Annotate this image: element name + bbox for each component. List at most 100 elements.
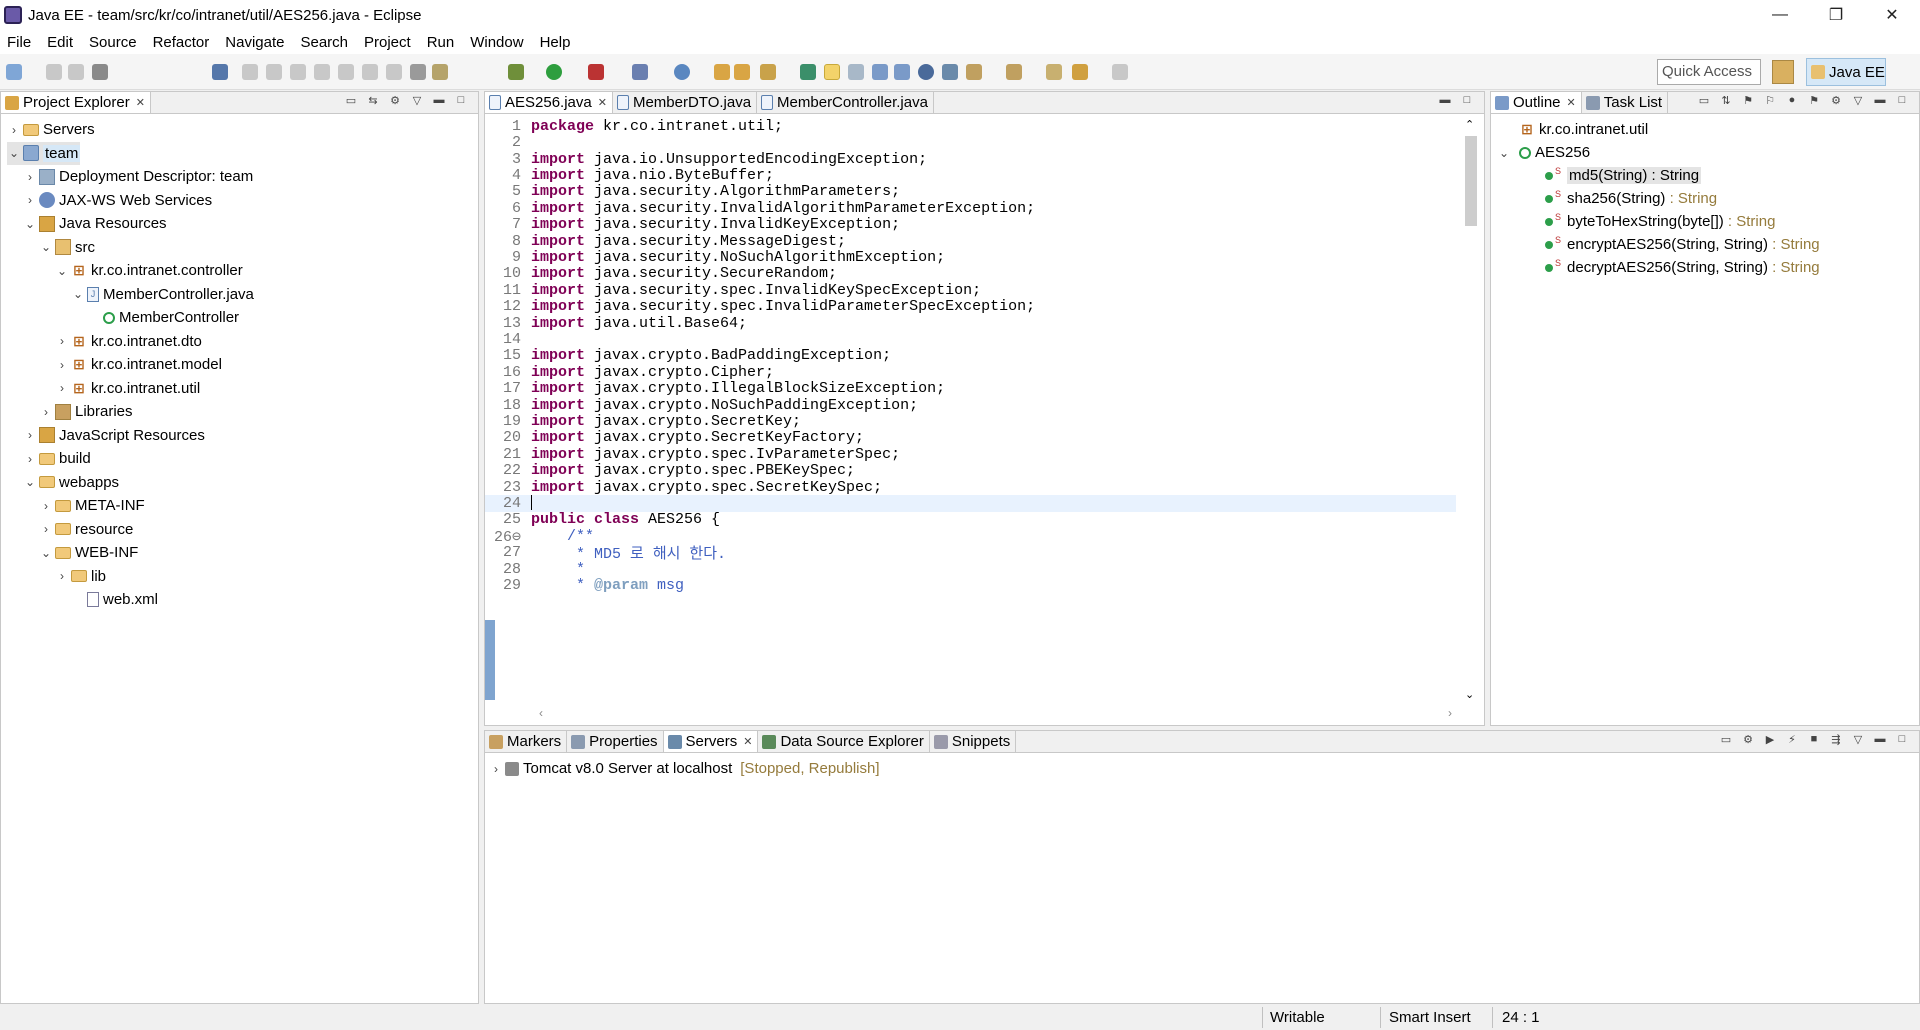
skip-breakpoints-icon[interactable] (212, 64, 228, 80)
menu-search[interactable]: Search (300, 34, 348, 51)
code-line[interactable]: 20 import javax.crypto.SecretKeyFactory; (485, 429, 1456, 446)
save-all-icon[interactable] (68, 64, 84, 80)
tree-item[interactable]: ⌄ webapps (23, 471, 119, 494)
code-line[interactable]: 17 import javax.crypto.IllegalBlockSizeEx… (485, 380, 1456, 397)
tab-task-list[interactable]: Task List (1582, 92, 1669, 113)
focus-active-task-icon[interactable]: ⚙ (1825, 94, 1847, 112)
block-selection-icon[interactable] (872, 64, 888, 80)
tree-item[interactable]: › resource (39, 518, 133, 541)
new-package-icon[interactable] (714, 64, 730, 80)
open-type-icon[interactable] (760, 64, 776, 80)
code-line[interactable]: 18 import javax.crypto.NoSuchPaddingExcep… (485, 397, 1456, 414)
perspective-java-ee[interactable]: Java EE (1806, 58, 1886, 86)
chevron-right-icon[interactable]: › (39, 522, 53, 536)
chevron-down-icon[interactable]: ⌄ (7, 146, 21, 160)
tree-item[interactable]: ⌄ WEB-INF (39, 541, 138, 564)
menu-edit[interactable]: Edit (47, 34, 73, 51)
maximize-view-icon[interactable]: □ (450, 94, 472, 112)
tab-data-source-explorer[interactable]: Data Source Explorer (758, 731, 930, 752)
step-return-icon[interactable] (386, 64, 402, 80)
outline-class[interactable]: ⌄ AES256 (1497, 141, 1590, 164)
code-line[interactable]: 3 import java.io.UnsupportedEncodingExcep… (485, 151, 1456, 168)
chevron-down-icon[interactable]: ⌄ (23, 475, 37, 489)
tab-aes256-java[interactable]: AES256.java ✕ (485, 92, 613, 113)
tree-item[interactable]: › JavaScript Resources (23, 424, 205, 447)
tree-item[interactable]: › ⊞ kr.co.intranet.model (55, 353, 222, 376)
tab-outline[interactable]: Outline ✕ (1491, 92, 1582, 113)
drop-to-frame-icon[interactable] (410, 64, 426, 80)
maximize-view-icon[interactable]: □ (1891, 733, 1913, 751)
code-line[interactable]: 6 import java.security.InvalidAlgorithmPa… (485, 200, 1456, 217)
tab-properties[interactable]: Properties (567, 731, 664, 752)
scroll-left-icon[interactable]: ‹ (539, 706, 543, 720)
toggle-mark-occurrences-icon[interactable] (824, 64, 840, 80)
maximize-view-icon[interactable]: □ (1456, 94, 1478, 112)
minimize-view-icon[interactable]: ▬ (428, 94, 450, 112)
show-whitespace-icon[interactable] (894, 64, 910, 80)
view-menu-icon[interactable]: ▽ (1847, 733, 1869, 751)
use-step-filters-icon[interactable] (432, 64, 448, 80)
chevron-right-icon[interactable]: › (7, 123, 21, 137)
code-line[interactable]: 4 import java.nio.ByteBuffer; (485, 167, 1456, 184)
open-perspective-icon[interactable] (1772, 60, 1794, 84)
tab-memberdto-java[interactable]: MemberDTO.java (613, 92, 758, 113)
tree-item[interactable]: › Servers (7, 118, 95, 141)
chevron-right-icon[interactable]: › (23, 452, 37, 466)
suspend-icon[interactable] (266, 64, 282, 80)
view-filter-icon[interactable]: ⚙ (384, 94, 406, 112)
terminate-icon[interactable] (290, 64, 306, 80)
code-line[interactable]: 23 import javax.crypto.spec.SecretKeySpec… (485, 479, 1456, 496)
code-line[interactable]: 29 * @param msg (485, 577, 1456, 594)
close-tab-icon[interactable]: ✕ (743, 735, 752, 748)
menu-run[interactable]: Run (427, 34, 455, 51)
tree-item[interactable]: › ⊞ kr.co.intranet.dto (55, 330, 202, 353)
code-line[interactable]: 13 import java.util.Base64; (485, 315, 1456, 332)
tree-item[interactable]: ⌄ J MemberController.java (71, 283, 254, 306)
chevron-down-icon[interactable]: ⌄ (39, 240, 53, 254)
chevron-down-icon[interactable]: ⌄ (71, 287, 85, 301)
chevron-right-icon[interactable]: › (23, 428, 37, 442)
tree-item[interactable]: › JAX-WS Web Services (23, 189, 212, 212)
chevron-right-icon[interactable]: › (55, 381, 69, 395)
minimize-button[interactable]: — (1752, 0, 1808, 30)
code-line[interactable]: 8 import java.security.MessageDigest; (485, 233, 1456, 250)
scroll-up-icon[interactable]: ⌃ (1465, 118, 1474, 131)
scroll-right-icon[interactable]: › (1448, 706, 1452, 720)
collapse-all-icon[interactable]: ▭ (340, 94, 362, 112)
collapse-all-icon[interactable]: ▭ (1693, 94, 1715, 112)
new-java-project-icon[interactable] (674, 64, 690, 80)
forward-icon[interactable] (1112, 64, 1128, 80)
editor-vertical-scrollbar[interactable]: ⌃ ⌄ (1462, 116, 1480, 703)
hide-local-types-icon[interactable]: ⚑ (1803, 94, 1825, 112)
menu-project[interactable]: Project (364, 34, 411, 51)
server-row-tomcat[interactable]: › Tomcat v8.0 Server at localhost [Stopp… (489, 757, 880, 780)
menu-window[interactable]: Window (470, 34, 523, 51)
code-line[interactable]: 5 import java.security.AlgorithmParameter… (485, 183, 1456, 200)
step-into-icon[interactable] (338, 64, 354, 80)
menu-navigate[interactable]: Navigate (225, 34, 284, 51)
tree-item[interactable]: › ⊞ kr.co.intranet.util (55, 377, 200, 400)
outline-method[interactable]: SbyteToHexString(byte[]) : String (1543, 210, 1775, 233)
tree-item[interactable]: ⌄ ⊞ kr.co.intranet.controller (55, 259, 243, 282)
pin-editor-icon[interactable] (942, 64, 958, 80)
tree-item[interactable]: web.xml (71, 588, 158, 611)
tree-item[interactable]: › META-INF (39, 494, 145, 517)
new-icon[interactable] (6, 64, 22, 80)
code-line[interactable]: 1 package kr.co.intranet.util; (485, 118, 1456, 135)
save-icon[interactable] (46, 64, 62, 80)
hide-non-public-icon[interactable]: ● (1781, 94, 1803, 112)
resume-icon[interactable] (242, 64, 258, 80)
tree-item[interactable]: › lib (55, 565, 106, 588)
start-server-icon[interactable]: ▶ (1759, 733, 1781, 751)
code-line[interactable]: 28 * (485, 561, 1456, 578)
code-line[interactable]: 22 import javax.crypto.spec.PBEKeySpec; (485, 462, 1456, 479)
code-line[interactable]: 21 import javax.crypto.spec.IvParameterSp… (485, 446, 1456, 463)
outline-package[interactable]: ⊞ kr.co.intranet.util (1517, 118, 1648, 141)
new-class-icon[interactable] (734, 64, 750, 80)
chevron-right-icon[interactable]: › (55, 358, 69, 372)
chevron-right-icon[interactable]: › (39, 405, 53, 419)
outline-method[interactable]: SdecryptAES256(String, String) : String (1543, 256, 1820, 279)
menu-help[interactable]: Help (540, 34, 571, 51)
maximize-view-icon[interactable]: □ (1891, 94, 1913, 112)
external-tools-icon[interactable] (588, 64, 604, 80)
